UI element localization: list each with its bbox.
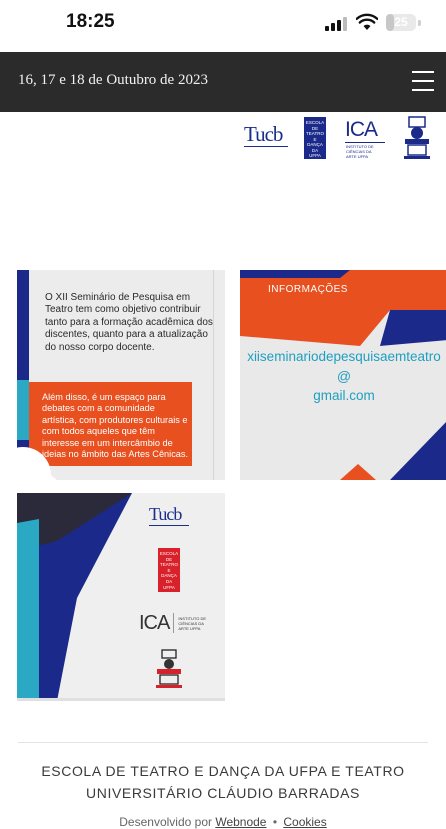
status-bar: 18:25 25: [0, 0, 446, 52]
footer-institution-name: ESCOLA DE TEATRO E DANÇA DA UFPA E TEATR…: [41, 763, 405, 801]
seminar-description-card[interactable]: O XII Seminário de Pesquisa em Teatro te…: [17, 270, 225, 480]
wifi-icon: [356, 13, 378, 30]
seminar-objective-text: O XII Seminário de Pesquisa em Teatro te…: [45, 292, 213, 353]
webnode-link[interactable]: Webnode: [215, 815, 266, 829]
battery-icon: 25: [386, 14, 416, 31]
contact-email-user[interactable]: xiiseminariodepesquisaemteatro: [240, 349, 446, 364]
battery-nub: [418, 20, 421, 26]
cookies-link[interactable]: Cookies: [283, 815, 326, 829]
event-dates-title: 16, 17 e 18 de Outubro de 2023: [18, 72, 208, 88]
ica-logo: ICA INSTITUTO DE CIÊNCIAS DA ARTE UFPA: [345, 119, 393, 159]
footer-divider: [18, 742, 428, 743]
escola-logo: ESCOLA DE TEATRO E DANÇA DA UFPA: [304, 117, 326, 159]
battery-level: 25: [394, 15, 408, 29]
tucb-logo-text: Tucb: [244, 122, 283, 146]
credits-separator: •: [272, 815, 278, 829]
card1-vertical-caption-left: [18, 278, 27, 378]
site-header: 16, 17 e 18 de Outubro de 2023: [0, 52, 446, 112]
card3-ica-logo: ICA INSTITUTO DE CIÊNCIAS DA ARTE UFPA: [139, 612, 207, 634]
credits-prefix: Desenvolvido por: [119, 815, 212, 829]
contact-email-domain[interactable]: gmail.com: [240, 388, 446, 403]
card3-escola-logo: ESCOLA DE TEATRO E DANÇA DA UFPA: [158, 548, 180, 592]
ufpa-crest-icon: [404, 116, 430, 159]
footer-credits: Desenvolvido por Webnode • Cookies: [0, 815, 446, 829]
info-heading: INFORMAÇÕES: [268, 284, 348, 295]
card3-tucb-logo: Tucb: [149, 505, 195, 537]
seminar-debate-text: Além disso, é um espaço para debates com…: [42, 392, 189, 460]
tucb-logo: Tucb: [244, 123, 296, 159]
card1-vertical-caption-right: [215, 278, 224, 468]
hamburger-menu-icon[interactable]: [412, 71, 434, 91]
contact-info-card[interactable]: INFORMAÇÕES xiiseminariodepesquisaemteat…: [240, 270, 446, 480]
signal-icon: [325, 17, 347, 31]
institutions-logos-card[interactable]: Tucb ESCOLA DE TEATRO E DANÇA DA UFPA IC…: [17, 493, 225, 701]
partner-logos: Tucb ESCOLA DE TEATRO E DANÇA DA UFPA IC…: [240, 115, 440, 165]
card3-ufpa-crest-icon: [156, 649, 182, 688]
contact-email-at: @: [336, 368, 352, 384]
status-time: 18:25: [66, 11, 115, 32]
ica-logo-text: ICA: [345, 118, 378, 141]
